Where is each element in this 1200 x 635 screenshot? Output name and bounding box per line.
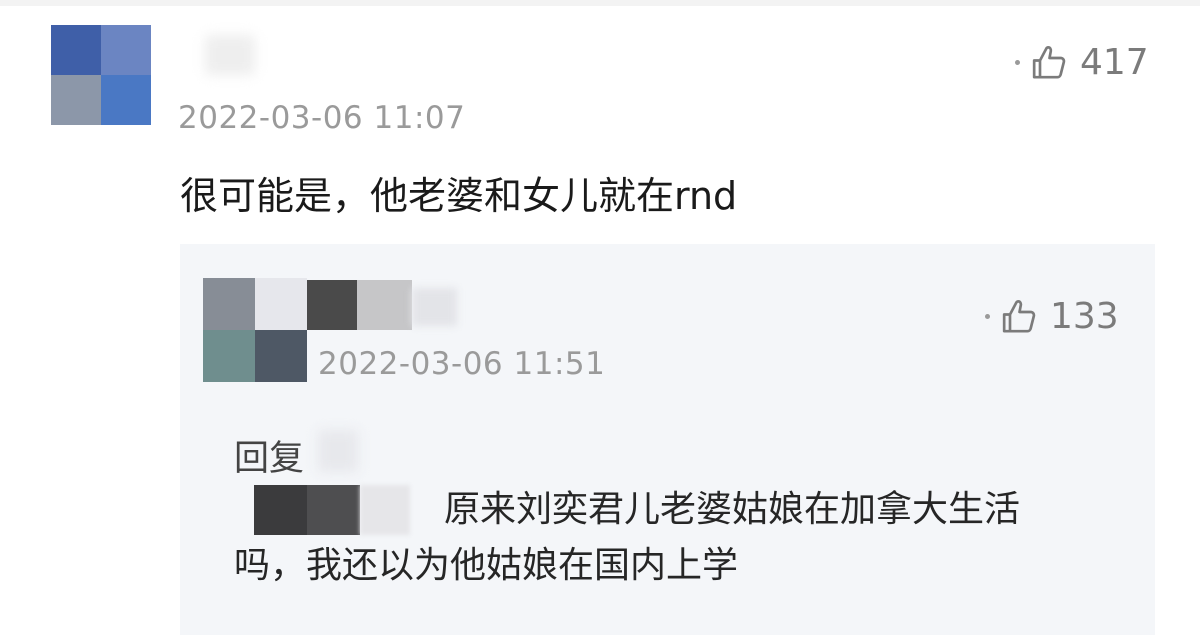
reply-like-button[interactable]: 133 (985, 296, 1119, 337)
reply-label-redacted[interactable] (318, 430, 358, 472)
avatar-pixel (51, 75, 101, 125)
comment-text: 很可能是，他老婆和女儿就在rnd (180, 174, 738, 218)
dot-separator (1015, 60, 1020, 65)
avatar-pixel (255, 330, 307, 382)
mosaic-pixel (357, 280, 412, 330)
avatar-pixel (101, 25, 151, 75)
reply-username-redacted[interactable] (307, 280, 457, 330)
avatar-pixel (51, 25, 101, 75)
mosaic-pixel (254, 485, 307, 535)
mention-redacted[interactable] (254, 485, 414, 535)
reply-timestamp: 2022-03-06 11:51 (318, 346, 606, 382)
reply-text: 原来刘奕君儿老婆姑娘在加拿大生活 吗，我还以为他姑娘在国内上学 (234, 482, 1114, 594)
reply-text-line2: 吗，我还以为他姑娘在国内上学 (234, 545, 739, 586)
like-count: 133 (1050, 296, 1119, 337)
avatar-pixel (101, 75, 151, 125)
like-button[interactable]: 417 (1015, 42, 1149, 83)
mosaic-pixel (307, 485, 360, 535)
mosaic-pixel (412, 288, 457, 326)
avatar-pixel (203, 278, 255, 330)
avatar-pixel (203, 330, 255, 382)
dot-separator (985, 314, 990, 319)
username-redacted[interactable] (205, 35, 255, 75)
mosaic-pixel (360, 485, 410, 535)
reply-text-line1: 原来刘奕君儿老婆姑娘在加拿大生活 (444, 489, 1021, 530)
avatar-pixel (255, 278, 307, 330)
avatar[interactable] (51, 25, 151, 125)
thumbs-up-icon (1032, 45, 1066, 78)
mosaic-pixel (307, 280, 357, 330)
reply-line-1: 原来刘奕君儿老婆姑娘在加拿大生活 (234, 482, 1114, 538)
thumbs-up-icon (1002, 299, 1036, 332)
reply-to-label: 回复 (234, 439, 305, 479)
comment-card: 2022-03-06 11:07 417 很可能是，他老婆和女儿就在rnd 20… (0, 0, 1200, 635)
like-count: 417 (1080, 42, 1149, 83)
reply-avatar[interactable] (203, 278, 307, 382)
comment-timestamp: 2022-03-06 11:07 (178, 100, 466, 136)
